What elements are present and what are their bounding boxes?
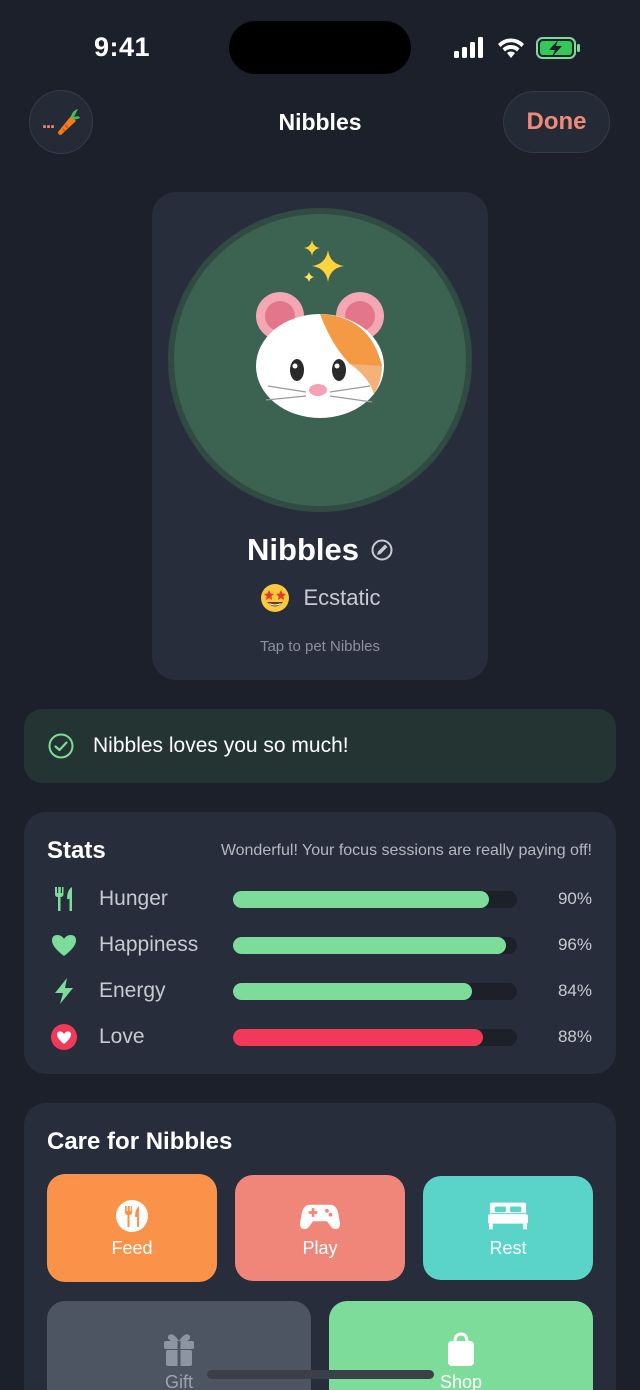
stat-value: 96% bbox=[557, 935, 592, 954]
dynamic-island bbox=[229, 21, 411, 74]
stats-subtitle: Wonderful! Your focus sessions are reall… bbox=[220, 842, 592, 859]
care-action-label: Feed bbox=[111, 1237, 153, 1258]
tap-hint: Tap to pet Nibbles bbox=[259, 638, 381, 655]
love-heart-icon bbox=[51, 1024, 77, 1050]
battery-charging-icon bbox=[536, 37, 580, 59]
home-indicator[interactable] bbox=[207, 1370, 434, 1379]
care-action-label: Shop bbox=[439, 1371, 483, 1390]
stat-bar-fill bbox=[233, 891, 489, 908]
banner-message: Nibbles loves you so much! bbox=[93, 734, 349, 757]
stats-card: Stats Wonderful! Your focus sessions are… bbox=[24, 812, 616, 1074]
play-button[interactable]: Play bbox=[235, 1175, 405, 1281]
sparkles-icon bbox=[304, 240, 344, 282]
rest-button[interactable]: Rest bbox=[423, 1176, 593, 1280]
wifi-icon bbox=[498, 38, 524, 58]
stat-row-hunger: Hunger 90% bbox=[24, 884, 616, 914]
mood-row: Ecstatic bbox=[152, 582, 488, 614]
stat-value: 84% bbox=[557, 981, 592, 1000]
hamster-icon bbox=[256, 292, 384, 418]
stat-bar-fill bbox=[233, 937, 506, 954]
fork-knife-icon bbox=[55, 887, 72, 911]
stat-row-happiness: Happiness 96% bbox=[24, 930, 616, 960]
gift-icon bbox=[164, 1333, 194, 1366]
stat-label: Energy bbox=[99, 979, 166, 1002]
status-bar: 9:41 bbox=[0, 0, 640, 92]
feed-button[interactable]: Feed bbox=[47, 1174, 217, 1282]
stat-label: Happiness bbox=[99, 933, 199, 956]
stat-label: Love bbox=[99, 1025, 145, 1048]
fork-knife-icon bbox=[116, 1199, 148, 1232]
status-banner: Nibbles loves you so much! bbox=[24, 709, 616, 783]
stat-bar-track bbox=[233, 937, 517, 954]
gamepad-icon bbox=[300, 1204, 340, 1229]
care-title: Care for Nibbles bbox=[47, 1128, 233, 1155]
stat-value: 90% bbox=[557, 889, 592, 908]
stat-bar-fill bbox=[233, 1029, 483, 1046]
stat-row-love: Love 88% bbox=[24, 1022, 616, 1052]
stat-value: 88% bbox=[557, 1027, 592, 1046]
care-card: Care for Nibbles Feed Play Rest Gift Sho… bbox=[24, 1103, 616, 1390]
stat-bar-track bbox=[233, 1029, 517, 1046]
status-icons bbox=[454, 37, 580, 59]
heart-icon bbox=[52, 935, 76, 956]
done-button[interactable]: Done bbox=[503, 91, 610, 153]
navigation-bar: ... Nibbles Done bbox=[0, 90, 640, 156]
status-time: 9:41 bbox=[94, 32, 151, 62]
mood-label: Ecstatic bbox=[303, 585, 381, 610]
stat-bar-track bbox=[233, 983, 517, 1000]
bolt-icon bbox=[55, 978, 73, 1004]
pet-card[interactable]: Nibbles Ecstatic Tap to pet Nibbles bbox=[152, 192, 488, 680]
pet-name-row[interactable]: Nibbles bbox=[152, 532, 488, 568]
stat-label: Hunger bbox=[99, 887, 168, 910]
bed-icon bbox=[488, 1202, 528, 1229]
pet-avatar-circle[interactable] bbox=[168, 208, 472, 512]
shopping-bag-icon bbox=[448, 1331, 474, 1366]
cellular-signal-icon bbox=[454, 37, 483, 58]
pet-name: Nibbles bbox=[247, 532, 359, 567]
edit-name-icon[interactable] bbox=[371, 539, 393, 561]
care-action-label: Play bbox=[302, 1237, 338, 1258]
stats-title: Stats bbox=[47, 837, 106, 864]
stat-row-energy: Energy 84% bbox=[24, 976, 616, 1006]
stat-bar-track bbox=[233, 891, 517, 908]
checkmark-circle-icon bbox=[48, 733, 74, 759]
stat-bar-fill bbox=[233, 983, 472, 1000]
care-action-label: Gift bbox=[164, 1371, 193, 1390]
care-action-label: Rest bbox=[489, 1237, 527, 1258]
star-struck-icon bbox=[261, 584, 290, 612]
